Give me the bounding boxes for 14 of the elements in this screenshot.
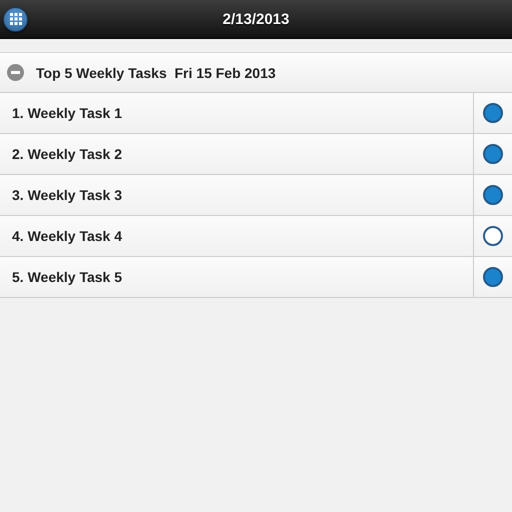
task-label: 1. Weekly Task 1 [11,104,123,123]
menu-button[interactable] [3,6,28,32]
task-checkbox[interactable] [483,103,503,123]
header-title: 2/13/2013 [222,10,290,28]
task-label: 4. Weekly Task 4 [11,227,123,246]
task-label: 2. Weekly Task 2 [11,145,123,164]
task-checkbox[interactable] [483,144,503,164]
task-label: 5. Weekly Task 5 [11,268,123,287]
task-label: 3. Weekly Task 3 [11,186,123,205]
task-checkbox[interactable] [483,185,503,205]
section-header[interactable]: Top 5 Weekly Tasks Fri 15 Feb 2013 [0,53,512,93]
grid-icon [10,13,22,25]
task-checkbox[interactable] [483,267,503,287]
task-checkbox[interactable] [483,226,503,246]
